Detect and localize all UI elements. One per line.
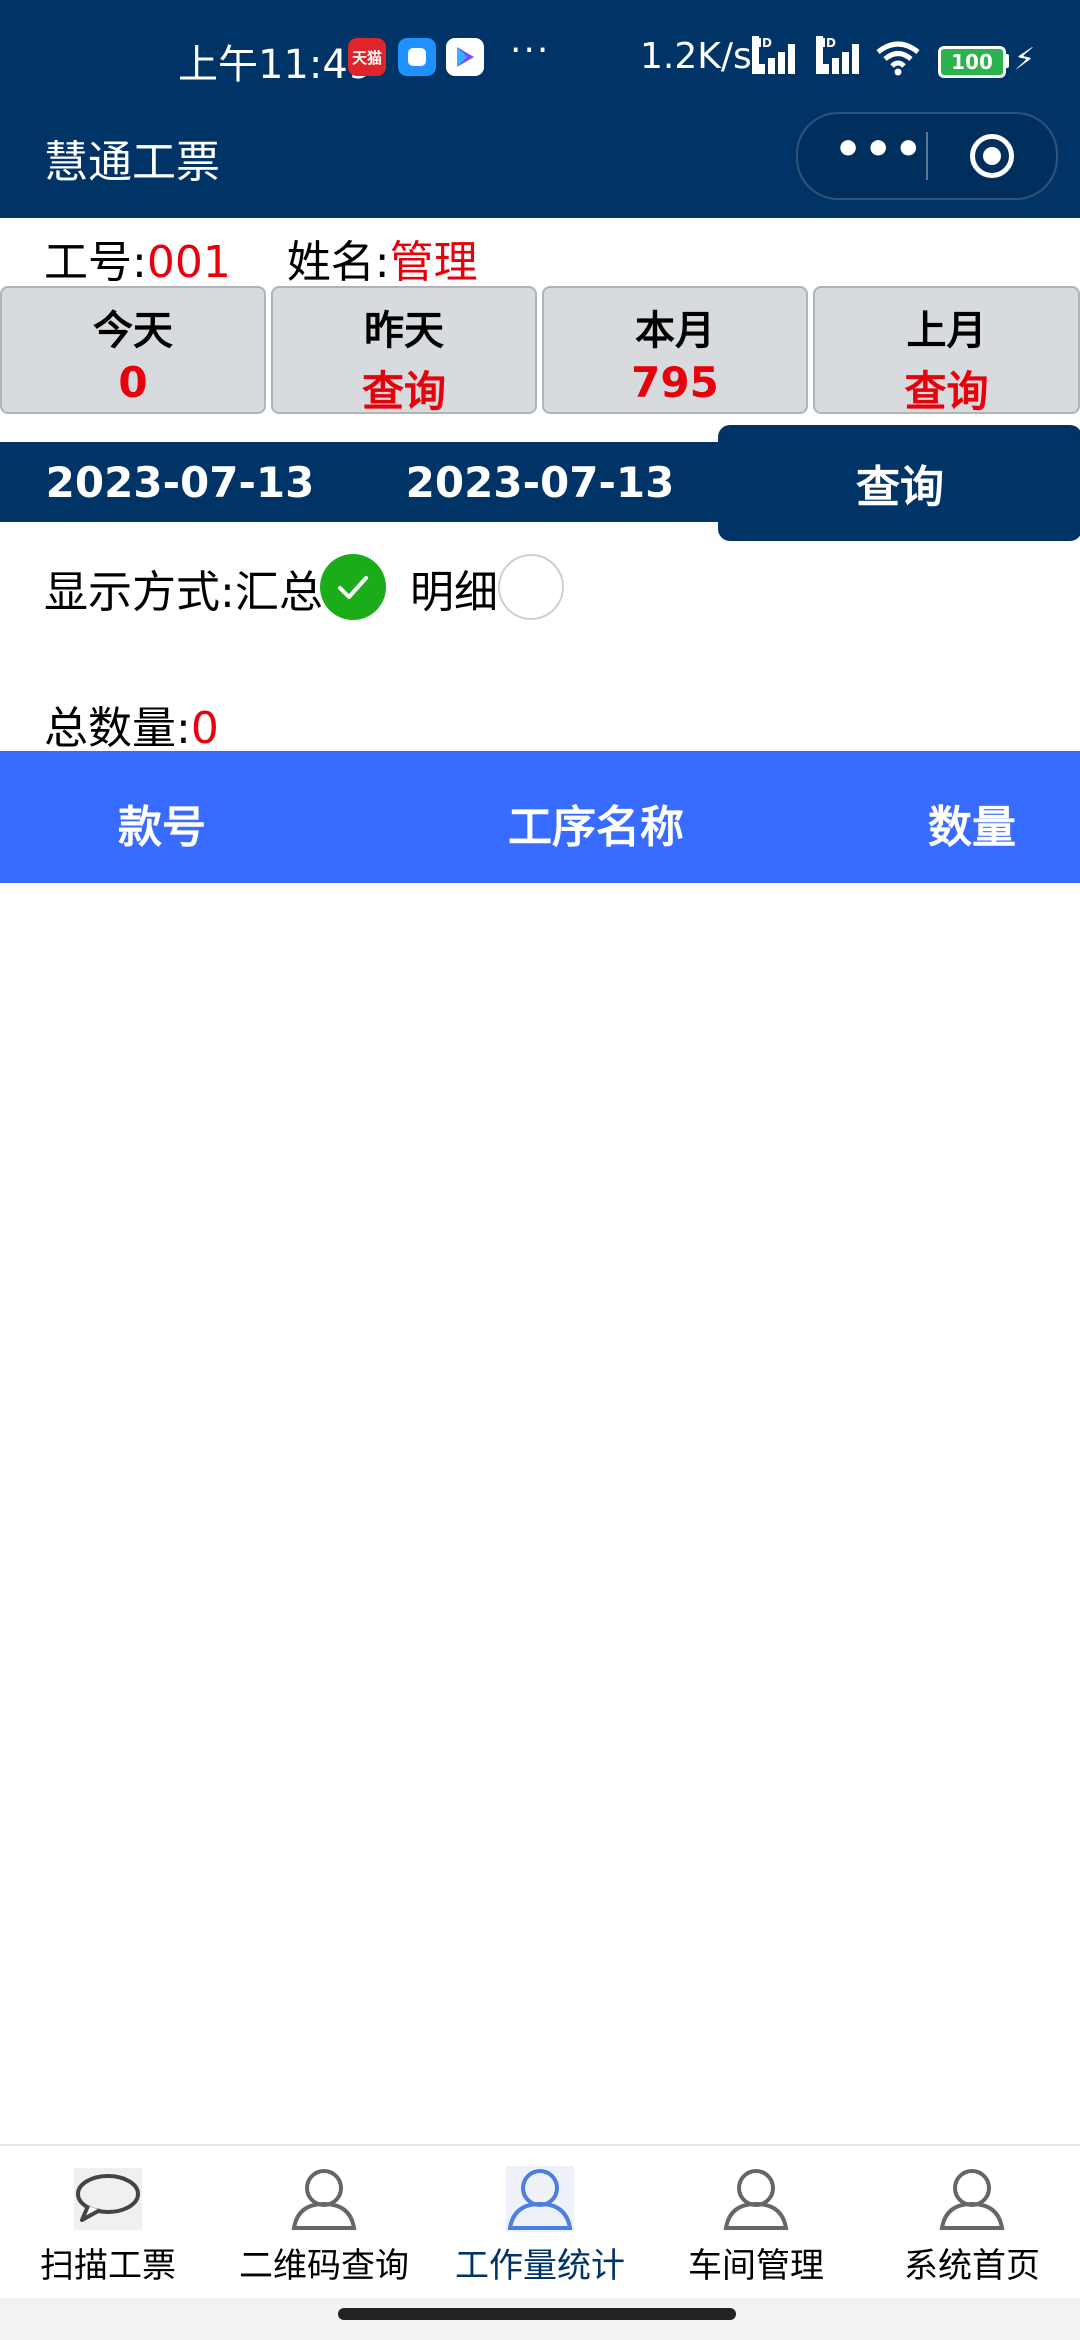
- person-icon: [939, 2169, 1005, 2230]
- stat-last-month[interactable]: 上月 查询: [813, 286, 1080, 416]
- stat-label: 上月: [906, 308, 987, 354]
- display-mode-title: 显示方式:: [44, 567, 235, 618]
- stat-label: 昨天: [364, 308, 444, 354]
- total-value: 0: [190, 703, 219, 754]
- status-more-icon: ···: [510, 30, 551, 71]
- stat-value: 0: [118, 358, 148, 407]
- status-time: 上午11:49: [178, 42, 374, 88]
- network-speed: 1.2K/s: [640, 36, 752, 77]
- end-date-picker[interactable]: 2023-07-13: [360, 458, 720, 507]
- top-bar: 上午11:49 天猫 ··· 1.2K/s HD HD 100 ⚡ 慧通工票 •…: [0, 0, 1080, 218]
- tmall-app-icon: 天猫: [348, 38, 386, 76]
- query-button[interactable]: 查询: [720, 427, 1080, 539]
- summary-label: 汇总: [234, 567, 323, 618]
- app-notification-icon: [398, 38, 436, 76]
- stat-label: 今天: [93, 308, 173, 354]
- wifi-icon: [876, 41, 920, 76]
- chat-bubble-icon: [74, 2168, 142, 2230]
- detail-label: 明细: [410, 567, 498, 618]
- bottom-nav: 扫描工票 二维码查询 工作量统计 车间管理 系统首页: [0, 2144, 1080, 2300]
- stat-this-month[interactable]: 本月 795: [542, 286, 808, 414]
- person-icon: [506, 2166, 574, 2232]
- employee-name-label: 姓名:: [286, 237, 390, 288]
- column-process-name: 工序名称: [508, 802, 684, 853]
- nav-item-system-home[interactable]: 系统首页: [864, 2146, 1080, 2300]
- stat-value: 查询: [361, 367, 446, 416]
- stat-today[interactable]: 今天 0: [0, 286, 266, 414]
- stat-yesterday[interactable]: 昨天 查询: [271, 286, 537, 416]
- play-store-icon: [446, 38, 484, 76]
- person-icon: [291, 2169, 357, 2230]
- employee-id-label: 工号:: [44, 237, 147, 288]
- close-miniprogram-icon[interactable]: [970, 134, 1014, 178]
- start-date-picker[interactable]: 2023-07-13: [0, 458, 360, 507]
- nav-label: 扫描工票: [40, 2246, 176, 2286]
- nav-label: 车间管理: [688, 2246, 824, 2286]
- nav-item-workload-stats[interactable]: 工作量统计: [432, 2146, 648, 2300]
- employee-info: 工号:001 姓名:管理: [44, 226, 478, 290]
- nav-item-workshop-management[interactable]: 车间管理: [648, 2146, 864, 2300]
- employee-name-value: 管理: [389, 237, 478, 288]
- more-options-icon[interactable]: •••: [834, 124, 924, 175]
- column-quantity: 数量: [928, 802, 1016, 853]
- stat-value: 795: [631, 358, 719, 407]
- display-mode-label: 显示方式:汇总: [44, 556, 323, 620]
- summary-radio[interactable]: [320, 554, 386, 620]
- detail-radio[interactable]: [498, 554, 564, 620]
- miniprogram-capsule: •••: [796, 112, 1058, 200]
- employee-id-value: 001: [146, 237, 231, 288]
- nav-label: 系统首页: [904, 2246, 1040, 2286]
- total-quantity: 总数量:0: [44, 692, 219, 756]
- app-title: 慧通工票: [44, 137, 220, 188]
- nav-item-qr-query[interactable]: 二维码查询: [216, 2146, 432, 2300]
- battery-cap: [1004, 54, 1009, 68]
- column-style-no: 款号: [118, 802, 206, 853]
- stat-label: 本月: [635, 308, 715, 354]
- signal-icon: HD: [816, 36, 864, 74]
- battery-icon: 100: [938, 46, 1006, 78]
- total-label: 总数量:: [44, 703, 191, 754]
- person-icon: [723, 2169, 789, 2230]
- nav-item-scan-ticket[interactable]: 扫描工票: [0, 2146, 216, 2300]
- nav-label: 二维码查询: [239, 2246, 409, 2286]
- signal-icon: HD: [752, 36, 800, 74]
- nav-label: 工作量统计: [455, 2246, 625, 2286]
- charging-icon: ⚡: [1014, 42, 1036, 77]
- stat-value: 查询: [904, 367, 989, 416]
- capsule-divider: [926, 132, 928, 180]
- home-indicator[interactable]: [338, 2308, 736, 2320]
- checkmark-icon: [338, 576, 368, 599]
- table-header: 款号 工序名称 数量: [0, 751, 1080, 883]
